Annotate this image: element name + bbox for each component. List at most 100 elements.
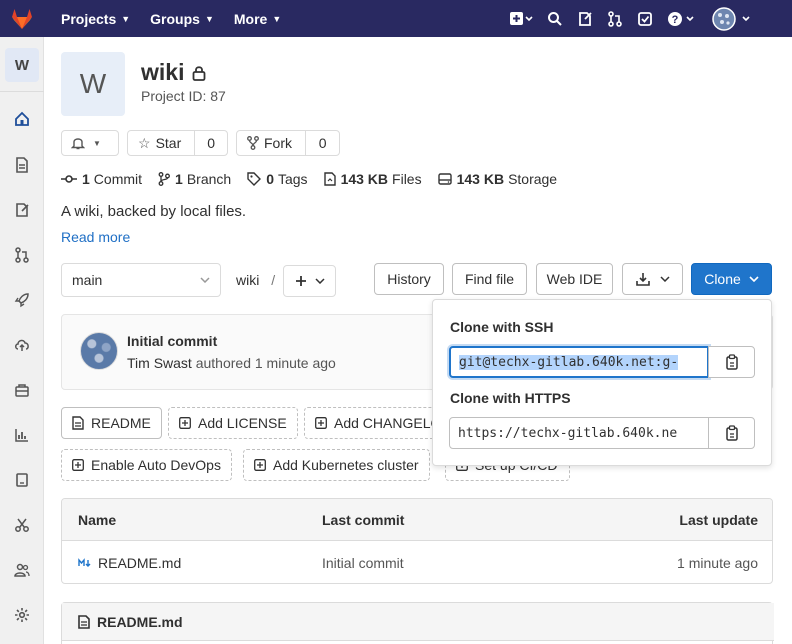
issues-icon xyxy=(16,203,29,217)
chart-icon xyxy=(15,429,28,442)
storage-stat[interactable]: 143 KB Storage xyxy=(437,171,557,187)
commit-author[interactable]: Tim Swast xyxy=(127,355,192,371)
help-dropdown[interactable]: ? xyxy=(660,0,704,37)
sidebar-item-packages[interactable] xyxy=(0,376,44,404)
nav-more[interactable]: More ▼ xyxy=(234,11,281,27)
tag-icon xyxy=(247,172,262,186)
project-avatar: W xyxy=(61,52,125,116)
todo-check-icon xyxy=(638,11,652,26)
branch-selector[interactable]: main xyxy=(61,263,221,297)
issues-button[interactable] xyxy=(570,0,600,37)
notification-dropdown[interactable]: ▼ xyxy=(61,130,119,156)
commit-title[interactable]: Initial commit xyxy=(127,333,217,349)
branch-icon xyxy=(158,172,170,186)
copy-https-url-button[interactable] xyxy=(708,417,755,449)
add-license-button[interactable]: Add LICENSE xyxy=(168,407,298,439)
add-changelog-button[interactable]: Add CHANGELOG xyxy=(304,407,444,439)
commits-label: Commit xyxy=(93,171,143,187)
files-label: Files xyxy=(392,171,422,187)
branch-name: main xyxy=(72,272,103,288)
fork-button[interactable]: Fork 0 xyxy=(236,130,340,156)
readme-title[interactable]: README.md xyxy=(97,614,183,630)
clipboard-icon xyxy=(725,425,738,441)
find-file-button[interactable]: Find file xyxy=(452,263,527,295)
add-changelog-label: Add CHANGELOG xyxy=(334,415,444,431)
commits-stat[interactable]: 1 Commit xyxy=(61,171,142,187)
table-row[interactable]: README.md Initial commit 1 minute ago xyxy=(62,541,772,583)
branches-stat[interactable]: 1 Branch xyxy=(158,171,231,187)
gitlab-logo[interactable] xyxy=(0,0,44,37)
clone-https-input[interactable]: https://techx-gitlab.640k.ne xyxy=(449,417,709,449)
add-to-tree-dropdown[interactable] xyxy=(283,265,336,297)
sidebar-item-repository[interactable] xyxy=(0,151,44,179)
sidebar-item-cicd[interactable] xyxy=(0,286,44,314)
files-stat[interactable]: 143 KB Files xyxy=(323,171,422,187)
web-ide-button[interactable]: Web IDE xyxy=(536,263,613,295)
breadcrumb-repo[interactable]: wiki xyxy=(236,272,259,288)
sidebar-item-wiki[interactable] xyxy=(0,466,44,494)
cloud-upload-icon xyxy=(15,339,29,351)
enable-auto-devops-button[interactable]: Enable Auto DevOps xyxy=(61,449,232,481)
sidebar-project-avatar[interactable]: W xyxy=(5,48,39,82)
add-kubernetes-cluster-button[interactable]: Add Kubernetes cluster xyxy=(243,449,430,481)
files-size: 143 KB xyxy=(340,171,389,187)
nav-projects-label: Projects xyxy=(61,10,117,27)
breadcrumb-separator: / xyxy=(271,272,276,288)
chevron-down-icon xyxy=(200,277,210,283)
star-count[interactable]: 0 xyxy=(194,131,227,155)
fork-count[interactable]: 0 xyxy=(305,131,339,155)
history-button[interactable]: History xyxy=(374,263,444,295)
sidebar-item-snippets[interactable] xyxy=(0,511,44,539)
readme-header: README.md xyxy=(62,603,774,641)
file-last-commit[interactable]: Initial commit xyxy=(322,541,404,583)
column-header-name: Name xyxy=(78,511,117,528)
todos-button[interactable] xyxy=(630,0,660,37)
file-icon xyxy=(323,172,336,186)
author-avatar[interactable] xyxy=(80,332,118,370)
project-stats: 1 Commit 1 Branch 0 Tags 143 KB Files 14… xyxy=(61,171,573,187)
project-id: Project ID: 87 xyxy=(141,88,226,104)
sidebar-item-settings[interactable] xyxy=(0,601,44,629)
chevron-down-icon xyxy=(749,276,759,282)
branches-label: Branch xyxy=(186,171,232,187)
sidebar-item-members[interactable] xyxy=(0,556,44,584)
project-description: A wiki, backed by local files. xyxy=(61,203,247,220)
bell-icon xyxy=(71,138,85,150)
project-title: wiki xyxy=(141,59,206,86)
sidebar-item-analytics[interactable] xyxy=(0,421,44,449)
chevron-down-icon: ▼ xyxy=(121,13,131,24)
nav-groups[interactable]: Groups ▼ xyxy=(150,11,214,27)
sidebar-item-merge-requests[interactable] xyxy=(0,241,44,269)
user-menu[interactable] xyxy=(704,0,762,37)
copy-ssh-url-button[interactable] xyxy=(708,346,755,378)
readme-button[interactable]: README xyxy=(61,407,162,439)
nav-more-label: More xyxy=(233,10,268,27)
new-item-dropdown[interactable] xyxy=(502,0,540,37)
file-name[interactable]: README.md xyxy=(98,555,181,571)
star-button[interactable]: ☆ Star 0 xyxy=(127,130,228,156)
search-button[interactable] xyxy=(540,0,570,37)
download-dropdown[interactable] xyxy=(622,263,683,295)
sidebar-item-deployments[interactable] xyxy=(0,331,44,359)
read-more-link[interactable]: Read more xyxy=(61,229,130,245)
chevron-down-icon xyxy=(314,278,325,284)
tags-stat[interactable]: 0 Tags xyxy=(247,171,308,187)
plus-square-icon xyxy=(72,459,84,471)
document-icon xyxy=(72,416,84,430)
clone-ssh-input[interactable]: git@techx-gitlab.640k.net:g- xyxy=(449,346,709,378)
tags-count: 0 xyxy=(266,171,274,187)
top-navbar: Projects ▼ Groups ▼ More ▼ ? xyxy=(0,0,792,37)
sidebar-item-issues[interactable] xyxy=(0,196,44,224)
clone-dropdown-button[interactable]: Clone xyxy=(691,263,772,295)
merge-requests-button[interactable] xyxy=(600,0,630,37)
file-name-cell[interactable]: README.md xyxy=(78,541,181,583)
document-icon xyxy=(16,157,28,173)
lock-icon xyxy=(193,65,206,81)
project-name: wiki xyxy=(141,59,185,85)
fork-icon xyxy=(247,136,259,150)
nav-groups-label: Groups xyxy=(150,10,200,27)
plus-icon xyxy=(295,276,306,286)
sidebar-item-project-overview[interactable] xyxy=(0,105,44,133)
markdown-icon xyxy=(78,557,91,567)
nav-projects[interactable]: Projects ▼ xyxy=(61,11,130,27)
